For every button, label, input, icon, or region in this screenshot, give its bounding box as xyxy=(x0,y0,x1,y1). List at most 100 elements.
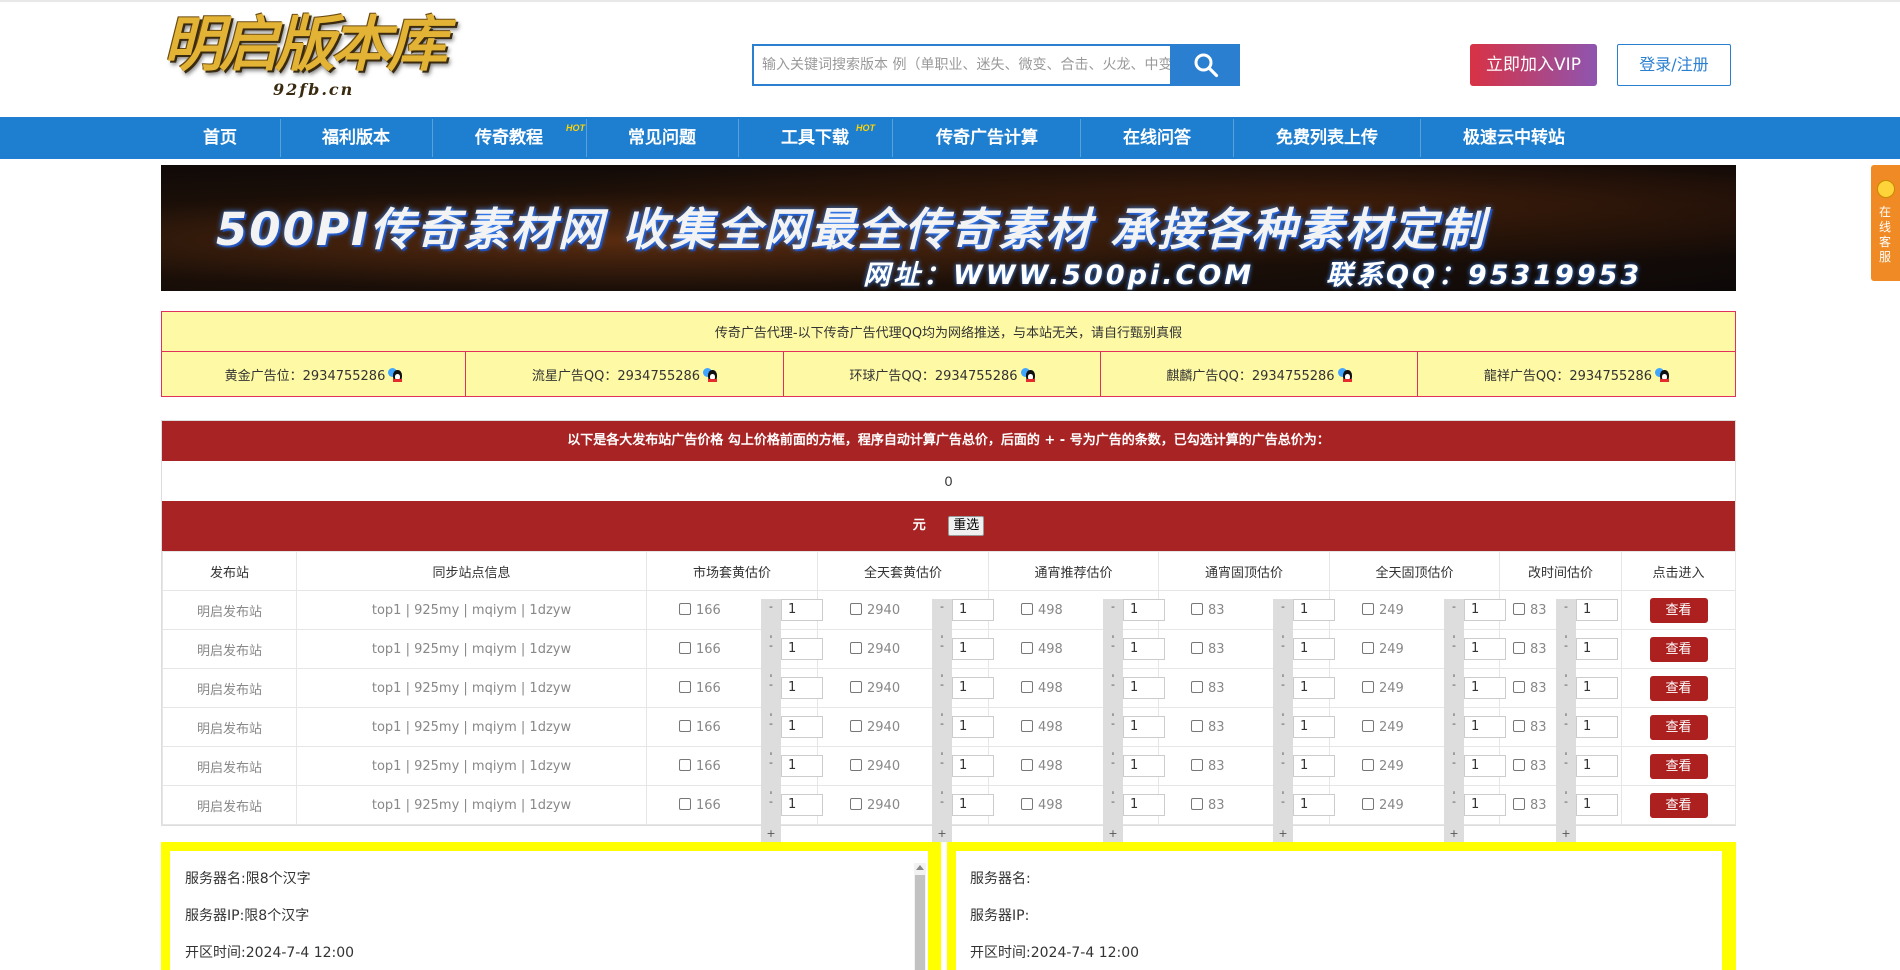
qq-icon[interactable] xyxy=(1655,367,1670,382)
increment-button[interactable]: + xyxy=(932,826,952,842)
price-checkbox[interactable] xyxy=(1362,602,1374,615)
quantity-input[interactable]: 1 xyxy=(1123,794,1165,816)
nav-item-ad-calc[interactable]: 传奇广告计算 xyxy=(894,117,1080,159)
quantity-input[interactable]: 1 xyxy=(1576,599,1618,621)
quantity-input[interactable]: 1 xyxy=(1576,677,1618,699)
price-checkbox[interactable] xyxy=(1021,680,1033,693)
quantity-input[interactable]: 1 xyxy=(781,599,823,621)
nav-item-qa[interactable]: 在线问答 xyxy=(1082,117,1232,159)
decrement-button[interactable]: - xyxy=(1556,677,1576,693)
increment-button[interactable]: + xyxy=(761,826,781,842)
view-button[interactable]: 查看 xyxy=(1649,675,1708,701)
price-checkbox[interactable] xyxy=(1362,758,1374,771)
quantity-input[interactable]: 1 xyxy=(952,638,994,660)
decrement-button[interactable]: - xyxy=(932,599,952,615)
nav-item-faq[interactable]: 常见问题 xyxy=(588,117,736,159)
nav-item-welfare[interactable]: 福利版本 xyxy=(282,117,430,159)
quantity-input[interactable]: 1 xyxy=(1123,638,1165,660)
price-checkbox[interactable] xyxy=(850,641,862,654)
price-checkbox[interactable] xyxy=(1191,641,1203,654)
decrement-button[interactable]: - xyxy=(1103,755,1123,771)
quantity-input[interactable]: 1 xyxy=(781,677,823,699)
price-checkbox[interactable] xyxy=(1513,758,1525,771)
decrement-button[interactable]: - xyxy=(1103,638,1123,654)
decrement-button[interactable]: - xyxy=(1444,677,1464,693)
quantity-input[interactable]: 1 xyxy=(1576,794,1618,816)
increment-button[interactable]: + xyxy=(1103,826,1123,842)
decrement-button[interactable]: - xyxy=(761,716,781,732)
view-button[interactable]: 查看 xyxy=(1649,714,1708,740)
decrement-button[interactable]: - xyxy=(1556,794,1576,810)
search-button[interactable] xyxy=(1172,44,1240,86)
view-button[interactable]: 查看 xyxy=(1649,792,1708,818)
qq-icon[interactable] xyxy=(388,367,403,382)
decrement-button[interactable]: - xyxy=(761,794,781,810)
quantity-input[interactable]: 1 xyxy=(1464,716,1506,738)
site-logo[interactable]: 明启版本库 92fb.cn xyxy=(163,8,483,99)
quantity-input[interactable]: 1 xyxy=(1464,755,1506,777)
price-checkbox[interactable] xyxy=(679,719,691,732)
increment-button[interactable]: + xyxy=(1556,826,1576,842)
quantity-input[interactable]: 1 xyxy=(1293,677,1335,699)
qq-icon[interactable] xyxy=(1337,367,1352,382)
decrement-button[interactable]: - xyxy=(1273,638,1293,654)
price-checkbox[interactable] xyxy=(1513,680,1525,693)
view-button[interactable]: 查看 xyxy=(1649,753,1708,779)
price-checkbox[interactable] xyxy=(850,719,862,732)
price-checkbox[interactable] xyxy=(1362,719,1374,732)
decrement-button[interactable]: - xyxy=(1273,677,1293,693)
price-checkbox[interactable] xyxy=(1191,758,1203,771)
price-checkbox[interactable] xyxy=(850,758,862,771)
decrement-button[interactable]: - xyxy=(761,677,781,693)
quantity-input[interactable]: 1 xyxy=(781,638,823,660)
price-checkbox[interactable] xyxy=(679,680,691,693)
quantity-input[interactable]: 1 xyxy=(1293,716,1335,738)
quantity-input[interactable]: 1 xyxy=(781,794,823,816)
nav-item-tutorial[interactable]: 传奇教程 xyxy=(434,117,584,159)
increment-button[interactable]: + xyxy=(1273,826,1293,842)
quantity-input[interactable]: 1 xyxy=(1293,755,1335,777)
decrement-button[interactable]: - xyxy=(1444,794,1464,810)
price-checkbox[interactable] xyxy=(679,641,691,654)
qq-icon[interactable] xyxy=(703,367,718,382)
price-checkbox[interactable] xyxy=(679,797,691,810)
decrement-button[interactable]: - xyxy=(761,755,781,771)
decrement-button[interactable]: - xyxy=(1556,755,1576,771)
price-checkbox[interactable] xyxy=(1021,719,1033,732)
online-service-tab[interactable]: 在线客服 xyxy=(1871,165,1900,281)
quantity-input[interactable]: 1 xyxy=(1123,599,1165,621)
nav-item-cloud-relay[interactable]: 极速云中转站 xyxy=(1422,117,1606,159)
decrement-button[interactable]: - xyxy=(1103,677,1123,693)
ad-banner[interactable]: 500PI传奇素材网 收集全网最全传奇素材 承接各种素材定制 网址：WWW.50… xyxy=(161,165,1736,291)
price-checkbox[interactable] xyxy=(679,758,691,771)
decrement-button[interactable]: - xyxy=(1444,599,1464,615)
quantity-input[interactable]: 1 xyxy=(952,599,994,621)
quantity-input[interactable]: 1 xyxy=(1464,794,1506,816)
scroll-thumb[interactable] xyxy=(915,875,925,970)
price-checkbox[interactable] xyxy=(1362,680,1374,693)
quantity-input[interactable]: 1 xyxy=(952,755,994,777)
price-checkbox[interactable] xyxy=(1021,758,1033,771)
price-checkbox[interactable] xyxy=(850,602,862,615)
quantity-input[interactable]: 1 xyxy=(952,716,994,738)
price-checkbox[interactable] xyxy=(1362,641,1374,654)
decrement-button[interactable]: - xyxy=(932,638,952,654)
nav-item-list-upload[interactable]: 免费列表上传 xyxy=(1235,117,1419,159)
quantity-input[interactable]: 1 xyxy=(1293,794,1335,816)
quantity-input[interactable]: 1 xyxy=(1293,638,1335,660)
decrement-button[interactable]: - xyxy=(1103,716,1123,732)
server-info-textarea[interactable]: 服务器名:限8个汉字 服务器IP:限8个汉字 开区时间:2024-7-4 12:… xyxy=(170,851,928,970)
increment-button[interactable]: + xyxy=(1444,826,1464,842)
quantity-input[interactable]: 1 xyxy=(1576,638,1618,660)
quantity-input[interactable]: 1 xyxy=(1293,599,1335,621)
quantity-input[interactable]: 1 xyxy=(1464,599,1506,621)
price-checkbox[interactable] xyxy=(1513,797,1525,810)
price-checkbox[interactable] xyxy=(1021,602,1033,615)
view-button[interactable]: 查看 xyxy=(1649,597,1708,623)
search-input[interactable]: 输入关键词搜索版本 例（单职业、迷失、微变、合击、火龙、中变 xyxy=(752,44,1172,86)
price-checkbox[interactable] xyxy=(1191,602,1203,615)
decrement-button[interactable]: - xyxy=(1556,599,1576,615)
decrement-button[interactable]: - xyxy=(1273,599,1293,615)
qq-icon[interactable] xyxy=(1020,367,1035,382)
price-checkbox[interactable] xyxy=(1513,602,1525,615)
